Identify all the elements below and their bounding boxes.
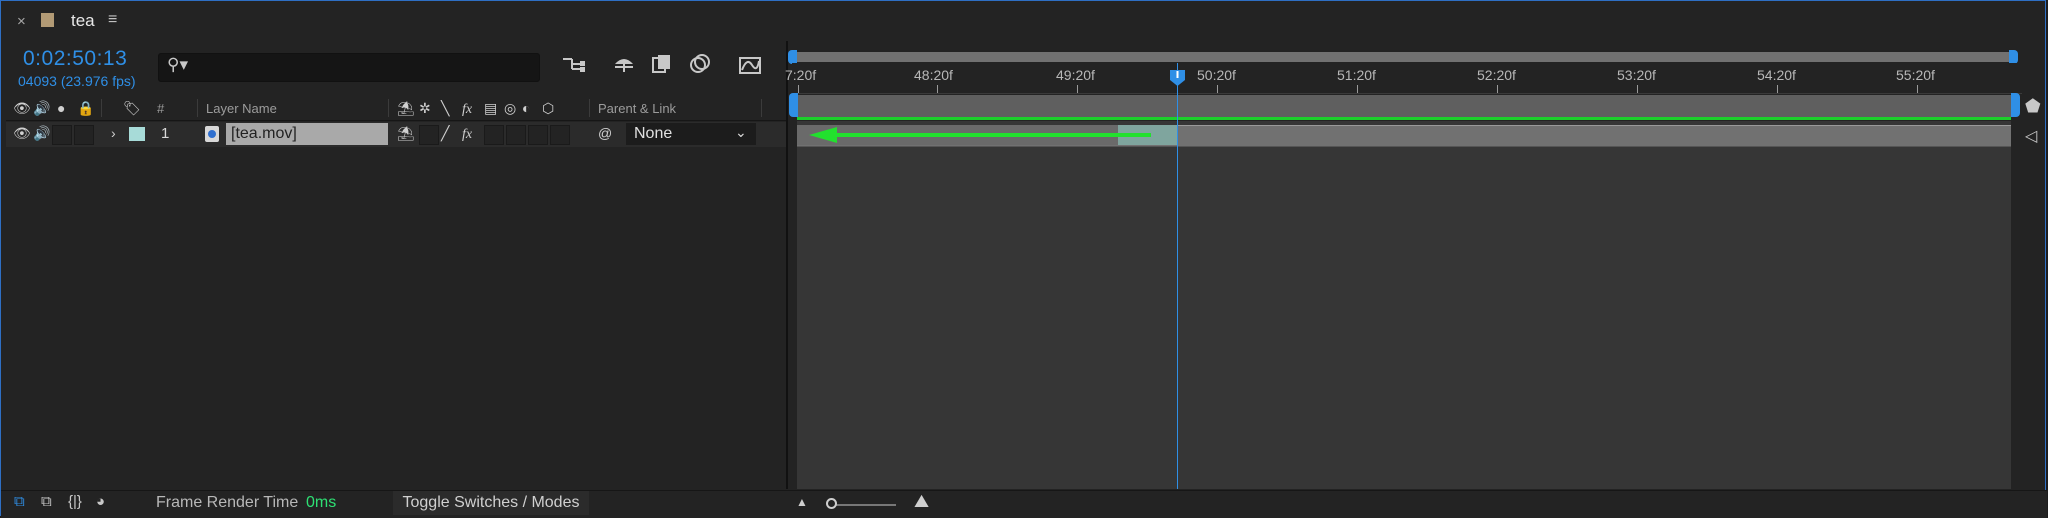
frame-blending-icon[interactable] bbox=[647, 53, 677, 83]
pick-whip-icon[interactable]: @ bbox=[598, 125, 612, 141]
composition-flowchart-icon[interactable] bbox=[559, 53, 589, 83]
ruler-label: 50:20f bbox=[1197, 67, 1236, 83]
lock-icon[interactable]: 🔒 bbox=[77, 100, 94, 117]
layer-quality-switch-icon[interactable]: ╱ bbox=[441, 125, 449, 142]
layer-solo-toggle[interactable] bbox=[52, 125, 72, 145]
eye-icon[interactable]: 👁 bbox=[13, 100, 31, 117]
ruler-label: 53:20f bbox=[1617, 67, 1656, 83]
time-navigator-start-handle[interactable] bbox=[788, 50, 797, 64]
column-divider[interactable] bbox=[589, 99, 590, 117]
zoom-slider-track[interactable] bbox=[828, 504, 896, 506]
ruler-tick bbox=[1497, 85, 1498, 93]
ruler-label: 48:20f bbox=[914, 67, 953, 83]
track-area[interactable] bbox=[797, 121, 2011, 489]
layer-effects-switch-icon[interactable]: fx bbox=[462, 125, 472, 143]
layer-label-swatch[interactable] bbox=[129, 127, 145, 141]
time-navigator-bar[interactable] bbox=[792, 52, 2014, 62]
time-navigator-end-handle[interactable] bbox=[2009, 50, 2018, 64]
ruler-tick bbox=[1637, 85, 1638, 93]
zoom-slider-knob[interactable] bbox=[826, 498, 837, 509]
audio-icon[interactable]: 🔊 bbox=[33, 100, 50, 117]
work-area-start-handle[interactable] bbox=[789, 93, 798, 117]
layer-shy-switch-icon[interactable]: ⛱ bbox=[397, 125, 415, 142]
ruler-tick bbox=[1357, 85, 1358, 93]
motion-blur-icon[interactable] bbox=[685, 53, 715, 83]
motion-blur-switch-icon[interactable]: ◎ bbox=[504, 100, 516, 117]
solo-icon[interactable]: ● bbox=[57, 100, 65, 116]
collapse-switch-icon[interactable]: ✲ bbox=[419, 100, 431, 117]
green-arrow-annotation bbox=[809, 127, 1151, 143]
panel-menu-icon[interactable]: ≡ bbox=[108, 11, 117, 29]
render-cache-indicator bbox=[797, 117, 2011, 120]
playhead-line[interactable] bbox=[1177, 63, 1178, 489]
ruler-tick bbox=[1917, 85, 1918, 93]
composition-tab-title[interactable]: tea bbox=[71, 11, 95, 31]
current-time-display[interactable]: 0:02:50:13 bbox=[23, 47, 127, 71]
layer-audio-icon[interactable]: 🔊 bbox=[33, 125, 50, 142]
layer-frame-blend-switch[interactable] bbox=[484, 125, 504, 145]
ruler-tick bbox=[1217, 85, 1218, 93]
render-time-pane-icon[interactable]: ◕ bbox=[96, 493, 105, 510]
column-divider[interactable] bbox=[101, 99, 102, 117]
ruler-label: 54:20f bbox=[1757, 67, 1796, 83]
ruler-label: 7:20f bbox=[785, 67, 817, 83]
ruler-tick bbox=[798, 85, 799, 93]
search-icon: ⚲▾ bbox=[167, 55, 188, 74]
layer-switches-pane-icon[interactable]: ⧉ bbox=[14, 493, 25, 510]
chevron-down-icon[interactable]: ⌄ bbox=[735, 124, 747, 141]
column-layer-name[interactable]: Layer Name bbox=[206, 101, 277, 116]
time-ruler[interactable] bbox=[792, 63, 2022, 94]
in-out-pane-icon[interactable]: {|} bbox=[68, 493, 82, 510]
composition-color-swatch bbox=[41, 13, 54, 27]
transfer-controls-pane-icon[interactable]: ⧉ bbox=[41, 493, 52, 510]
frame-count-display: 04093 (23.976 fps) bbox=[18, 73, 136, 89]
work-area-end-handle[interactable] bbox=[2011, 93, 2020, 117]
ruler-label: 51:20f bbox=[1337, 67, 1376, 83]
frame-render-time-value: 0ms bbox=[306, 494, 337, 511]
footage-file-icon bbox=[205, 126, 219, 142]
column-divider[interactable] bbox=[197, 99, 198, 117]
layer-collapse-switch[interactable] bbox=[419, 125, 439, 145]
layer-motion-blur-switch[interactable] bbox=[506, 125, 526, 145]
chevron-right-icon[interactable]: › bbox=[111, 125, 116, 141]
3d-switch-icon[interactable]: ⬡ bbox=[542, 100, 554, 117]
column-number[interactable]: # bbox=[157, 101, 164, 116]
zoom-in-icon[interactable]: ⛰ bbox=[914, 491, 929, 512]
ruler-label: 49:20f bbox=[1056, 67, 1095, 83]
layer-3d-switch[interactable] bbox=[550, 125, 570, 145]
work-area-bar[interactable] bbox=[797, 95, 2011, 117]
layer-name-field[interactable]: [tea.mov] bbox=[226, 123, 388, 145]
frame-blend-switch-icon[interactable]: ▤ bbox=[484, 100, 497, 117]
close-tab-button[interactable]: × bbox=[17, 13, 26, 30]
timeline-panel: × tea ≡ 0:02:50:13 04093 (23.976 fps) ⚲▾… bbox=[0, 0, 2047, 518]
ruler-label: 52:20f bbox=[1477, 67, 1516, 83]
column-divider[interactable] bbox=[761, 99, 762, 117]
ruler-tick bbox=[937, 85, 938, 93]
effects-switch-icon[interactable]: fx bbox=[462, 100, 472, 118]
pane-divider[interactable] bbox=[786, 41, 788, 489]
layer-adjustment-switch[interactable] bbox=[528, 125, 548, 145]
layer-visibility-icon[interactable]: 👁 bbox=[13, 125, 31, 142]
column-divider[interactable] bbox=[388, 99, 389, 117]
playhead-handle[interactable] bbox=[1169, 69, 1186, 87]
toggle-switches-modes-button[interactable]: Toggle Switches / Modes bbox=[393, 491, 589, 515]
graph-editor-icon[interactable] bbox=[735, 53, 765, 83]
adjustment-switch-icon[interactable]: ◐ bbox=[522, 100, 530, 116]
layer-lock-toggle[interactable] bbox=[74, 125, 94, 145]
ruler-tick bbox=[1077, 85, 1078, 93]
comp-marker-bin-icon[interactable]: ⬟ bbox=[2025, 96, 2041, 117]
layer-marker-icon[interactable]: ◁ bbox=[2025, 126, 2037, 146]
zoom-out-icon[interactable]: ▲ bbox=[796, 495, 808, 509]
label-tag-icon[interactable]: 🏷 bbox=[123, 100, 141, 117]
frame-render-time-label: Frame Render Time bbox=[156, 494, 299, 511]
ruler-label: 55:20f bbox=[1896, 67, 1935, 83]
shy-switch-icon[interactable]: ⛱ bbox=[397, 100, 415, 117]
shy-layers-icon[interactable] bbox=[609, 53, 639, 83]
quality-switch-icon[interactable]: ╲ bbox=[441, 100, 449, 117]
layer-number: 1 bbox=[161, 125, 170, 142]
search-input[interactable] bbox=[158, 53, 540, 82]
column-parent-link[interactable]: Parent & Link bbox=[598, 101, 676, 116]
ruler-tick bbox=[1777, 85, 1778, 93]
